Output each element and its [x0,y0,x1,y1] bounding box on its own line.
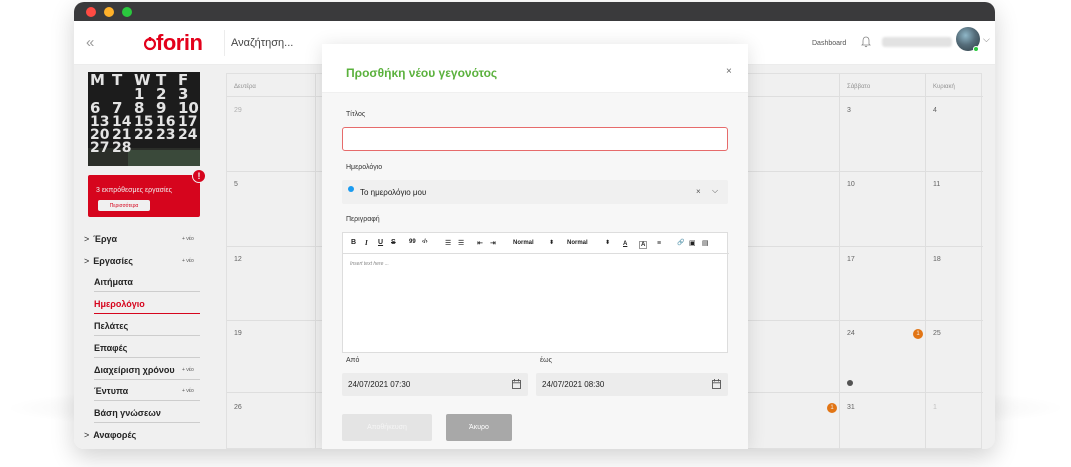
logo-text: forin [156,30,203,55]
quote-button[interactable]: 99 [409,239,416,245]
underline-button[interactable]: U [378,239,383,246]
dashboard-link[interactable]: Dashboard [812,40,846,47]
bold-button[interactable]: B [351,239,356,246]
calendar-color-icon [348,186,354,192]
size-select[interactable]: Normal [567,240,588,246]
to-datetime-value: 24/07/2021 08:30 [542,380,605,389]
description-label: Περιγραφή [346,216,380,223]
chevron-down-icon[interactable]: ⌵ [712,186,718,196]
user-name-blurred[interactable] [882,37,952,47]
title-label: Τίτλος [346,111,366,118]
browser-window: « forin Dashboard ⌵ [74,2,995,449]
calendar-label: Ημερολόγιο [346,164,383,171]
italic-button[interactable]: I [365,239,368,247]
cancel-button[interactable]: Άκυρο [446,414,512,441]
new-event-modal: Προσθήκη νέου γεγονότος × Τίτλος Ημερολό… [322,44,748,449]
link-icon[interactable]: 🔗 [677,239,684,246]
modal-title: Προσθήκη νέου γεγονότος [346,66,498,80]
strike-button[interactable]: S [391,239,396,246]
image-icon[interactable]: ▣ [689,239,696,247]
window-titlebar [74,2,995,21]
close-window-button[interactable] [86,7,96,17]
screenshot-stage: « forin Dashboard ⌵ [0,0,1071,467]
description-textarea[interactable] [344,255,726,351]
maximize-window-button[interactable] [122,7,132,17]
from-datetime-field[interactable]: 24/07/2021 07:30 [342,373,528,396]
from-label: Από [346,357,360,364]
code-button[interactable]: ‹/› [422,239,428,245]
clear-selection-icon[interactable]: × [696,187,701,196]
online-status-icon [973,46,979,52]
indent-left-button[interactable]: ⇤ [477,239,483,247]
ordered-list-button[interactable]: ☰ [445,239,451,247]
indent-right-button[interactable]: ⇥ [490,239,496,247]
calendar-select[interactable]: Το ημερολόγιο μου × ⌵ [342,180,728,204]
save-button[interactable]: Αποθήκευση [342,414,432,441]
logo-mark-icon [143,37,157,51]
calendar-icon[interactable] [512,379,521,389]
calendar-select-value: Το ημερολόγιο μου [360,188,427,197]
text-color-button[interactable]: A [623,241,627,247]
heading-select-arrows-icon[interactable]: ⬍ [549,239,554,246]
close-icon[interactable]: × [726,66,732,77]
collapse-sidebar-icon[interactable]: « [86,34,94,51]
editor-toolbar: B I U S 99 ‹/› ☰ ☰ ⇤ ⇥ Normal ⬍ Normal ⬍ [343,233,729,254]
modal-body: Τίτλος Ημερολόγιο Το ημερολόγιο μου × ⌵ … [322,93,748,449]
bell-icon[interactable] [860,36,872,48]
minimize-window-button[interactable] [104,7,114,17]
chevron-down-icon[interactable]: ⌵ [983,34,990,45]
to-label: έως [540,357,552,364]
forin-logo[interactable]: forin [143,30,203,56]
to-datetime-field[interactable]: 24/07/2021 08:30 [536,373,728,396]
video-icon[interactable]: ▤ [702,239,709,247]
size-select-arrows-icon[interactable]: ⬍ [605,239,610,246]
highlight-button[interactable]: A [639,241,648,249]
bullet-list-button[interactable]: ☰ [458,239,464,247]
title-field[interactable] [342,127,728,151]
rich-text-editor: B I U S 99 ‹/› ☰ ☰ ⇤ ⇥ Normal ⬍ Normal ⬍ [342,232,729,353]
calendar-icon[interactable] [712,379,721,389]
align-button[interactable]: ≡ [657,240,661,247]
modal-header: Προσθήκη νέου γεγονότος × [322,44,748,93]
from-datetime-value: 24/07/2021 07:30 [348,380,411,389]
heading-select[interactable]: Normal [513,240,534,246]
